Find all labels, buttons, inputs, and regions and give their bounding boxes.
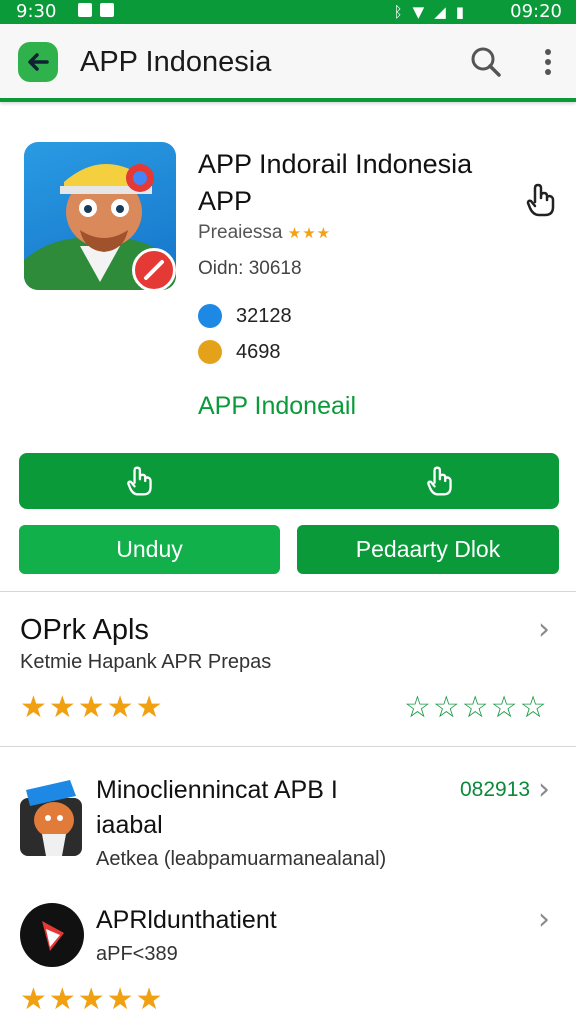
status-bar: 9:30 ᛒ ▼ ◢ ▮ 09:20 [0, 0, 576, 24]
more-options-button[interactable] [536, 44, 560, 80]
signal-icon: ◢ [434, 3, 446, 21]
sun-icon [198, 340, 222, 364]
hand-pointer-icon [127, 466, 152, 496]
developer-link[interactable]: APP Indoneail [198, 392, 356, 421]
notification-icon [78, 3, 92, 17]
system-icons: ᛒ ▼ ◢ ▮ [394, 3, 464, 21]
divider [0, 591, 576, 592]
share-button[interactable] [522, 182, 558, 218]
notification-icon [100, 3, 114, 17]
hand-pointer-icon [526, 183, 555, 217]
wifi-icon: ▼ [412, 3, 425, 21]
list-item-subtitle: Aetkea (leabpamuarmanealanal) [96, 848, 387, 870]
back-button[interactable] [18, 42, 58, 82]
user-icon [198, 304, 222, 328]
arrow-left-icon [28, 53, 49, 71]
section-subtitle: Ketmie Hapank APR Prepas [20, 651, 272, 673]
search-button[interactable] [468, 44, 504, 80]
secondary-action-button[interactable]: Pedaarty Dlok [297, 525, 559, 574]
list-item-title: Minocliennincat APB I [96, 776, 338, 804]
play-logo-icon [42, 921, 64, 951]
app-title: APP Indorail Indonesia APP [198, 149, 473, 216]
hand-pointer-icon [427, 466, 452, 496]
stat-downloads-value: 32128 [236, 304, 292, 327]
app-bar-title: APP Indonesia [80, 46, 272, 78]
install-button[interactable] [19, 453, 559, 509]
app-thumbnail [20, 776, 82, 856]
orders-count: Oidn: 30618 [198, 258, 302, 279]
chevron-right-icon[interactable]: › [538, 902, 550, 937]
stat-downloads: 32128 [198, 304, 292, 328]
app-bar: APP Indonesia [0, 24, 576, 102]
publisher-name: Preaiessa [198, 222, 283, 243]
rate-stars-input[interactable]: ☆☆☆☆☆ [404, 690, 548, 725]
stat-reviews-value: 4698 [236, 340, 281, 363]
more-vertical-icon [545, 49, 551, 75]
list-item-title-line2: iaabal [96, 811, 163, 839]
mascot-icon [20, 780, 82, 856]
divider [0, 746, 576, 747]
section-title: OPrk Apls [20, 614, 149, 646]
search-icon [471, 47, 501, 77]
publisher: Preaiessa ★★★ [198, 222, 331, 244]
list-item-subtitle: aPF<389 [96, 943, 178, 965]
publisher-rating-stars: ★★★ [287, 225, 332, 242]
app-thumbnail [20, 903, 84, 967]
bluetooth-icon: ᛒ [393, 3, 403, 21]
battery-icon: ▮ [455, 3, 464, 21]
rating-stars: ★★★★★ [20, 690, 165, 725]
notification-icons [78, 3, 114, 17]
status-time: 9:30 [16, 1, 57, 22]
chevron-right-icon[interactable]: › [538, 772, 550, 807]
status-clock: 09:20 [510, 1, 562, 22]
chevron-right-icon[interactable]: › [538, 612, 550, 647]
download-button[interactable]: Unduy [19, 525, 280, 574]
stat-reviews: 4698 [198, 340, 281, 364]
rating-stars: ★★★★★ [20, 982, 165, 1017]
list-item-title: APRldunthatient [96, 906, 277, 934]
blocked-badge-icon [132, 248, 176, 292]
list-item-meta: 082913 [460, 778, 531, 801]
